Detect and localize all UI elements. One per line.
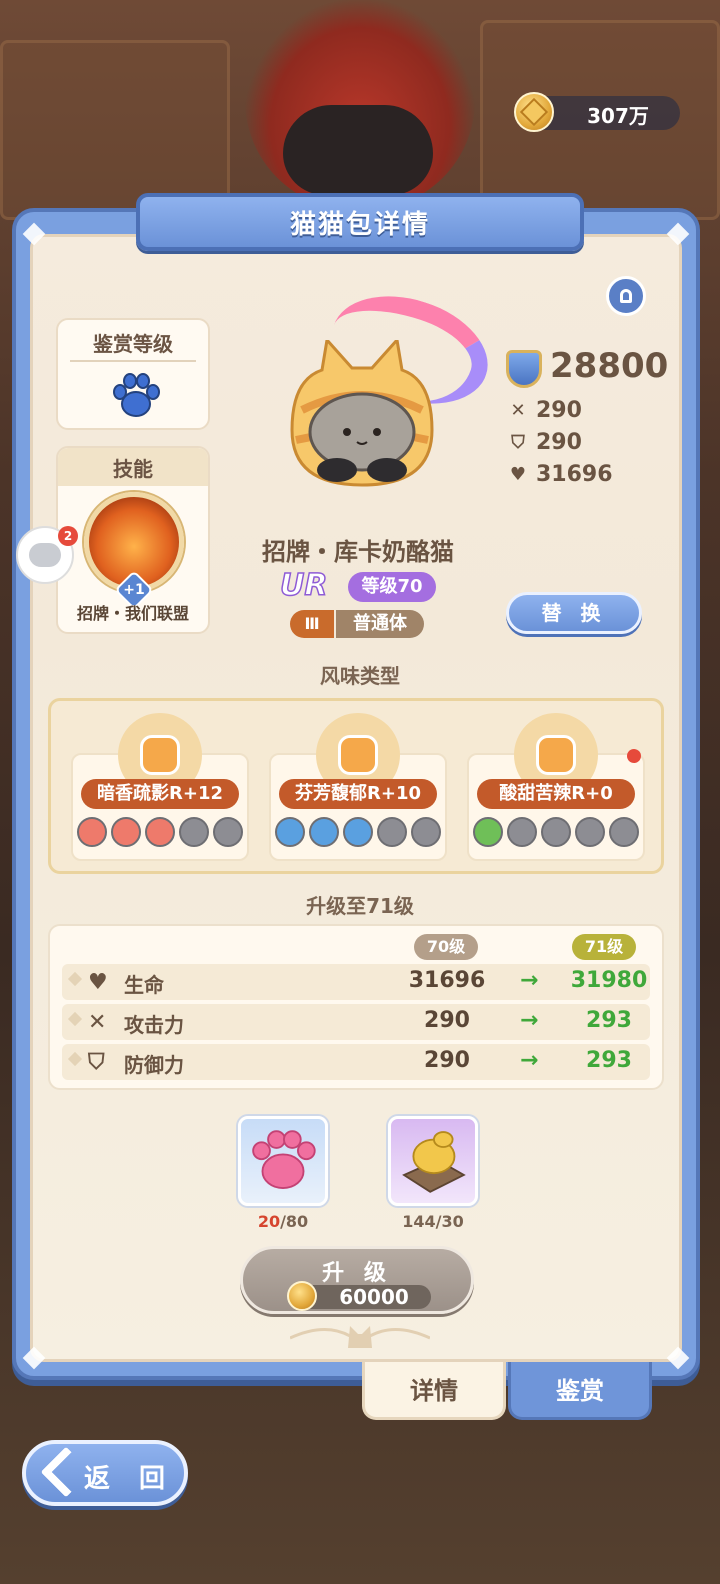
- coin-icon: [287, 1281, 317, 1311]
- star-icon: [77, 817, 107, 847]
- paw-icon: [113, 373, 160, 417]
- shield-icon: ⛉: [88, 1050, 105, 1075]
- fist-icon: [343, 817, 373, 847]
- upgrade-button[interactable]: 升 级 60000: [240, 1246, 474, 1314]
- fist-icon: [411, 817, 441, 847]
- next-level-badge: 71级: [572, 934, 636, 960]
- arrow-right-icon: →: [520, 1008, 539, 1033]
- cheese-bread-icon: [402, 1131, 466, 1193]
- tier-badge: Ⅲ: [290, 610, 334, 638]
- upgrade-section-title: 升级至71级: [306, 894, 414, 918]
- arrow-right-icon: →: [520, 968, 539, 993]
- material-cheese-bread[interactable]: [388, 1116, 478, 1206]
- combat-power-value: 28800: [550, 346, 669, 386]
- fist-icon: [377, 817, 407, 847]
- hp-stat: ♥ 31696: [509, 462, 613, 487]
- cat-emblem-icon: [290, 1326, 430, 1348]
- current-level-badge: 70级: [414, 934, 478, 960]
- tab-detail[interactable]: 详情: [362, 1362, 506, 1420]
- appreciation-level-card[interactable]: 鉴赏等级: [56, 318, 210, 430]
- swords-icon: ✕: [510, 399, 526, 421]
- rarity-badge: UR: [279, 567, 328, 604]
- body-type-badge: 普通体: [336, 610, 424, 638]
- back-label: 返 回: [84, 1464, 176, 1494]
- flavor-rating: [275, 817, 441, 847]
- flavor-label: 芬芳馥郁R+10: [279, 779, 437, 809]
- skill-title: 技能: [113, 456, 153, 481]
- upgrade-cost: 60000: [287, 1281, 431, 1311]
- upgrade-label: 升 级: [322, 1261, 392, 1286]
- drumstick-icon: [609, 817, 639, 847]
- fist-icon: [275, 817, 305, 847]
- character-name: 招牌・库卡奶酪猫: [262, 538, 454, 566]
- level-badge: 等级70: [348, 572, 436, 602]
- notification-dot: [627, 749, 641, 763]
- arrow-right-icon: →: [520, 1048, 539, 1073]
- defense-stat: ⛉ 290: [508, 430, 582, 455]
- star-icon: [213, 817, 243, 847]
- star-icon: [179, 817, 209, 847]
- star-icon: [111, 817, 141, 847]
- star-icon: [145, 817, 175, 847]
- lock-icon: [620, 289, 632, 303]
- drumstick-icon: [507, 817, 537, 847]
- fist-icon: [309, 817, 339, 847]
- upgrade-row-attack: ✕ 攻击力 290 → 293: [62, 1004, 650, 1040]
- upgrade-row-hp: ♥ 生命 31696 → 31980: [62, 964, 650, 1000]
- combat-power-icon: [506, 350, 542, 388]
- panel-title: 猫猫包详情: [289, 209, 430, 240]
- upgrade-row-defense: ⛉ 防御力 290 → 293: [62, 1044, 650, 1080]
- flavor-rating: [473, 817, 639, 847]
- material-paw-jelly[interactable]: [238, 1116, 328, 1206]
- material-count: 144/30: [402, 1212, 464, 1231]
- skill-name: 招牌・我们联盟: [76, 604, 189, 623]
- material-count: 20/80: [257, 1212, 309, 1231]
- heart-icon: ♥: [509, 463, 527, 485]
- attack-stat: ✕ 290: [508, 398, 581, 423]
- swords-icon: ✕: [88, 1010, 107, 1035]
- appreciation-level-title: 鉴赏等级: [93, 332, 173, 356]
- flavor-rating: [77, 817, 243, 847]
- tab-appreciation[interactable]: 鉴赏: [508, 1362, 652, 1420]
- drumstick-icon: [473, 817, 503, 847]
- gold-amount: 307万: [587, 104, 649, 128]
- paw-jelly-icon: [252, 1130, 316, 1189]
- lock-button[interactable]: [606, 276, 646, 316]
- coin-icon: [514, 92, 554, 132]
- chat-icon: [29, 543, 61, 567]
- shield-icon: ⛉: [511, 431, 525, 453]
- flavor-item[interactable]: 暗香疏影R+12: [71, 713, 249, 861]
- chat-notification-badge: 2: [58, 526, 78, 546]
- drumstick-icon: [541, 817, 571, 847]
- flavor-item[interactable]: 酸甜苦辣R+0: [467, 713, 645, 861]
- drumstick-icon: [575, 817, 605, 847]
- upgrade-preview: 70级 71级 ♥ 生命 31696 → 31980 ✕ 攻击力 290 → 2…: [48, 924, 664, 1090]
- heart-icon: ♥: [88, 970, 108, 995]
- panel-title-banner: 猫猫包详情: [136, 193, 584, 251]
- flavor-panel: 暗香疏影R+12 芬芳馥郁R+10 酸甜苦辣R+0: [48, 698, 664, 874]
- flavor-section-title: 风味类型: [320, 664, 400, 688]
- background-mascot: [245, 0, 475, 210]
- flavor-item[interactable]: 芬芳馥郁R+10: [269, 713, 447, 861]
- back-button[interactable]: 返 回: [22, 1440, 188, 1506]
- flavor-label: 暗香疏影R+12: [81, 779, 239, 809]
- flavor-label: 酸甜苦辣R+0: [477, 779, 635, 809]
- replace-button[interactable]: 替 换: [506, 592, 642, 634]
- gold-currency[interactable]: 307万: [514, 92, 680, 132]
- character-portrait: [290, 340, 434, 487]
- skill-header: 技能: [58, 448, 208, 486]
